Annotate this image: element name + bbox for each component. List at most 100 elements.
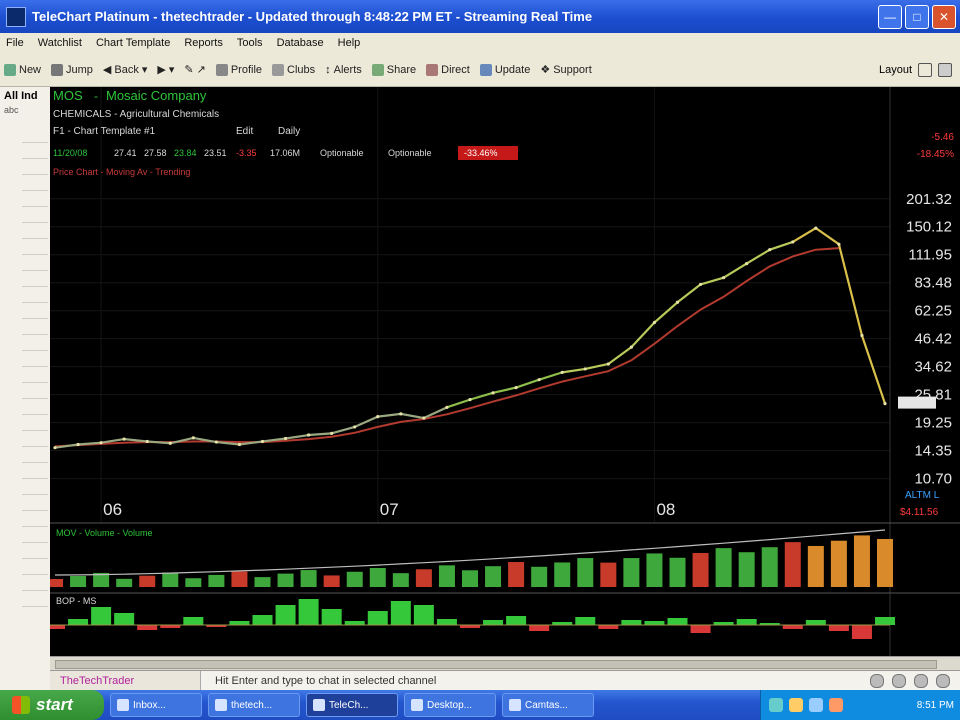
profile-button[interactable]: Profile <box>215 63 262 76</box>
period-selector[interactable]: Daily <box>278 126 300 137</box>
tray-icon[interactable] <box>769 698 783 712</box>
price-point <box>237 442 242 447</box>
volume-bar <box>531 566 548 587</box>
bop-bar <box>575 617 596 625</box>
watchlist-row[interactable] <box>22 191 48 207</box>
chat-popout-icon[interactable] <box>936 674 950 688</box>
pencil-button[interactable]: ✎ ↗ <box>184 63 205 76</box>
minimize-button[interactable]: — <box>878 5 902 29</box>
watchlist-row[interactable] <box>22 367 48 383</box>
new-button[interactable]: New <box>4 63 41 76</box>
template-selector[interactable]: F1 - Chart Template #1 <box>53 126 156 137</box>
share-icon <box>371 63 384 76</box>
watchlist-row[interactable] <box>22 223 48 239</box>
watchlist-row[interactable] <box>22 399 48 415</box>
watchlist-row[interactable] <box>22 303 48 319</box>
watchlist-row[interactable] <box>22 479 48 495</box>
menu-file[interactable]: File <box>6 37 24 49</box>
watchlist-row[interactable] <box>22 175 48 191</box>
share-button[interactable]: Share <box>371 63 416 76</box>
watchlist-row[interactable] <box>22 207 48 223</box>
taskbar-item-desktop[interactable]: Desktop... <box>404 693 496 717</box>
bop-bar <box>644 621 665 625</box>
ticker-tag: ALTM L <box>905 490 940 501</box>
chat-settings-icon[interactable] <box>870 674 884 688</box>
bop-bar <box>483 620 504 625</box>
menu-reports[interactable]: Reports <box>184 37 223 49</box>
watchlist-row[interactable] <box>22 239 48 255</box>
watchlist-row[interactable] <box>22 591 48 607</box>
close-button[interactable]: ✕ <box>932 5 956 29</box>
horizontal-scrollbar[interactable] <box>50 656 960 671</box>
chat-input-hint[interactable]: Hit Enter and type to chat in selected c… <box>215 675 436 687</box>
watchlist-row[interactable] <box>22 575 48 591</box>
watchlist-row[interactable] <box>22 447 48 463</box>
volume-bar <box>853 535 870 587</box>
tray-icon[interactable] <box>789 698 803 712</box>
price-chart[interactable]: 06 07 08 201.32 150.12 111.95 83.48 62.25 46.42… <box>50 87 960 656</box>
price-point <box>168 441 172 445</box>
taskbar-item-thetech[interactable]: thetech... <box>208 693 300 717</box>
watchlist-row[interactable] <box>22 143 48 159</box>
watchlist-row[interactable] <box>22 351 48 367</box>
volume-bar <box>300 570 317 587</box>
forward-button[interactable]: ▶ ▾ <box>157 63 174 76</box>
alerts-button[interactable]: ↕ Alerts <box>325 64 362 76</box>
tray-icon[interactable] <box>809 698 823 712</box>
edit-link[interactable]: Edit <box>236 126 253 137</box>
watchlist-row[interactable] <box>22 255 48 271</box>
menu-tools[interactable]: Tools <box>237 37 263 49</box>
menu-database[interactable]: Database <box>277 37 324 49</box>
window-icon <box>117 699 129 711</box>
maximize-button[interactable]: □ <box>905 5 929 29</box>
watchlist-row[interactable] <box>22 335 48 351</box>
chat-sound-icon[interactable] <box>892 674 906 688</box>
layout-window-icon[interactable] <box>918 63 932 77</box>
menu-chart-template[interactable]: Chart Template <box>96 37 170 49</box>
taskbar-item-inbox[interactable]: Inbox... <box>110 693 202 717</box>
clubs-icon <box>272 63 285 76</box>
volume-bar <box>116 578 133 587</box>
watchlist-row[interactable] <box>22 383 48 399</box>
clock: 8:51 PM <box>916 699 954 711</box>
watchlist-header[interactable]: All Ind <box>0 87 50 105</box>
layout-label[interactable]: Layout <box>879 64 912 76</box>
taskbar-item-camtasia[interactable]: Camtas... <box>502 693 594 717</box>
chat-channel[interactable]: TheTechTrader <box>50 671 201 691</box>
chat-people-icon[interactable] <box>914 674 928 688</box>
chart-area[interactable]: 06 07 08 201.32 150.12 111.95 83.48 62.25 46.42… <box>50 87 960 670</box>
price-point <box>145 439 149 444</box>
watchlist-row[interactable] <box>22 463 48 479</box>
watchlist-row[interactable] <box>22 495 48 511</box>
watchlist-row[interactable] <box>22 559 48 575</box>
direct-button[interactable]: Direct <box>426 63 470 76</box>
tray-icon[interactable] <box>829 698 843 712</box>
clubs-button[interactable]: Clubs <box>272 63 315 76</box>
start-button[interactable]: start <box>0 690 104 720</box>
jump-button[interactable]: Jump <box>51 63 93 76</box>
watchlist-row[interactable] <box>22 543 48 559</box>
price-point <box>791 240 795 244</box>
watchlist-row[interactable] <box>22 127 48 143</box>
update-button[interactable]: Update <box>479 63 530 76</box>
price-point <box>745 262 749 266</box>
watchlist-row[interactable] <box>22 271 48 287</box>
taskbar-item-telechart[interactable]: TeleCh... <box>306 693 398 717</box>
watchlist-row[interactable] <box>22 511 48 527</box>
scrollbar-thumb[interactable] <box>55 660 937 669</box>
back-button[interactable]: ◀ Back ▾ <box>103 63 147 77</box>
company-name: Mosaic Company <box>106 88 207 103</box>
watchlist-row[interactable] <box>22 431 48 447</box>
toolbar: New Jump ◀ Back ▾ ▶ ▾ ✎ ↗ Profile Clubs ↕ Ale… <box>0 53 960 87</box>
watchlist-row[interactable] <box>22 415 48 431</box>
menu-watchlist[interactable]: Watchlist <box>38 37 82 49</box>
watchlist-row[interactable] <box>22 319 48 335</box>
layout-grid-icon[interactable] <box>938 63 952 77</box>
watchlist-row[interactable] <box>22 527 48 543</box>
watchlist-row[interactable] <box>22 287 48 303</box>
menu-help[interactable]: Help <box>338 37 361 49</box>
watchlist-row[interactable] <box>22 159 48 175</box>
support-button[interactable]: ❖ Support <box>540 63 591 77</box>
volume-bar <box>761 547 778 587</box>
bop-bar <box>275 605 296 625</box>
